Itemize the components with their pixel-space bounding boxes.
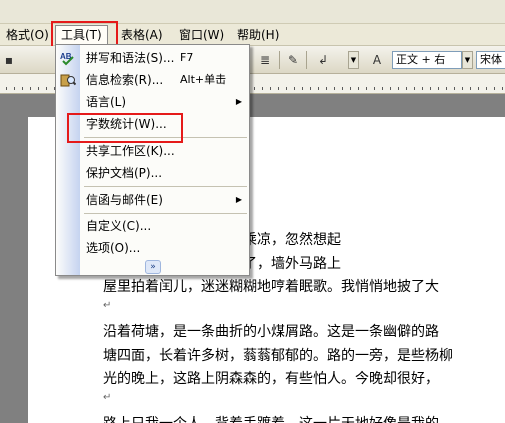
ruler-tick xyxy=(350,87,351,90)
justify-icon[interactable]: ≣ xyxy=(256,51,274,69)
font-combo[interactable]: 宋体 xyxy=(476,51,505,69)
menu-item-language[interactable]: 语言(L) ▶ xyxy=(56,91,249,113)
ruler-tick xyxy=(270,87,271,90)
ruler-tick xyxy=(502,87,503,90)
spelling-check-icon: AB xyxy=(60,52,74,66)
menu-item-protect-document[interactable]: 保护文档(P)... xyxy=(56,162,249,184)
ruler-tick xyxy=(6,87,7,90)
toolbar-icon[interactable]: ▪ xyxy=(0,51,18,69)
ruler-tick xyxy=(302,87,303,90)
doc-line-5: 塘四面，长着许多树，蓊蓊郁郁的。路的一旁，是些杨柳 xyxy=(103,348,453,364)
ruler-tick xyxy=(430,87,431,90)
ruler-tick xyxy=(22,87,23,90)
ruler-tick xyxy=(478,87,479,90)
menu-separator xyxy=(84,137,247,138)
menu-item-shared-workspace[interactable]: 共享工作区(K)... xyxy=(56,140,249,162)
menu-table[interactable]: 表格(A) xyxy=(121,27,163,44)
styles-pane-icon[interactable]: A xyxy=(368,51,386,69)
style-dropdown-arrow-icon[interactable]: ▼ xyxy=(462,51,473,69)
ruler-tick xyxy=(494,87,495,90)
research-book-icon xyxy=(60,74,76,87)
ruler-tick xyxy=(326,87,327,90)
style-combo[interactable]: 正文 + 右 xyxy=(392,51,462,69)
ruler-tick xyxy=(422,87,423,90)
tools-dropdown-menu: AB 拼写和语法(S)... F7 信息检索(R)... Alt+单击 语言(L… xyxy=(55,44,250,276)
title-strip xyxy=(0,0,505,24)
ruler-tick xyxy=(278,87,279,90)
text-direction-icon[interactable]: ↲ xyxy=(314,51,332,69)
ruler-tick xyxy=(310,87,311,90)
ruler-tick xyxy=(382,87,383,90)
paragraph-mark: ↵ xyxy=(103,300,112,311)
ruler-tick xyxy=(294,87,295,90)
ruler-tick xyxy=(318,87,319,90)
ruler-tick xyxy=(30,87,31,90)
menu-item-word-count[interactable]: 字数统计(W)... xyxy=(56,113,249,135)
ruler-tick xyxy=(334,87,335,90)
doc-line-7: 路上只我一个人，背着手踱着。这一片天地好像是我的 xyxy=(103,413,439,423)
ruler-tick xyxy=(454,87,455,90)
menu-item-research[interactable]: 信息检索(R)... Alt+单击 xyxy=(56,69,249,91)
expand-menu-chevron-icon[interactable]: » xyxy=(145,260,161,274)
ruler-tick xyxy=(286,87,287,90)
menu-item-options[interactable]: 选项(O)... xyxy=(56,237,249,259)
ruler-tick xyxy=(358,87,359,90)
doc-line-6: 光的晚上，这路上阴森森的，有些怕人。今晚却很好， xyxy=(103,371,439,387)
ruler-tick xyxy=(14,87,15,90)
ruler-tick xyxy=(38,87,39,90)
ruler-tick xyxy=(254,87,255,90)
ruler-tick xyxy=(374,87,375,90)
menu-separator xyxy=(84,213,247,214)
menu-window[interactable]: 窗口(W) xyxy=(179,27,224,44)
menu-item-letters-mailings[interactable]: 信函与邮件(E) ▶ xyxy=(56,189,249,211)
format-painter-icon[interactable]: ✎ xyxy=(284,51,302,69)
ruler-tick xyxy=(390,87,391,90)
ruler-tick xyxy=(342,87,343,90)
doc-line-4: 沿着荷塘，是一条曲折的小煤屑路。这是一条幽僻的路 xyxy=(103,324,439,340)
ruler-tick xyxy=(398,87,399,90)
word-window: 格式(O) 工具(T) 表格(A) 窗口(W) 帮助(H) ▪ ≣ ✎ ↲ ▼ … xyxy=(0,0,505,423)
ruler-tick xyxy=(462,87,463,90)
ruler-tick xyxy=(438,87,439,90)
ruler-tick xyxy=(46,87,47,90)
toolbar-divider xyxy=(279,51,280,69)
ruler-tick xyxy=(262,87,263,90)
menu-item-spelling-grammar[interactable]: AB 拼写和语法(S)... F7 xyxy=(56,47,249,69)
menu-item-customize[interactable]: 自定义(C)... xyxy=(56,215,249,237)
submenu-arrow-icon: ▶ xyxy=(235,97,242,106)
ruler-tick xyxy=(414,87,415,90)
menu-help[interactable]: 帮助(H) xyxy=(237,27,279,44)
menu-separator xyxy=(84,186,247,187)
toolbar-divider xyxy=(306,51,307,69)
ruler-tick xyxy=(406,87,407,90)
ruler-tick xyxy=(446,87,447,90)
menu-tools[interactable]: 工具(T) xyxy=(55,25,108,46)
submenu-arrow-icon: ▶ xyxy=(235,195,242,204)
paragraph-mark: ↵ xyxy=(103,392,112,403)
doc-line-3: 屋里拍着闰儿，迷迷糊糊地哼着眠歌。我悄悄地披了大 xyxy=(103,279,439,295)
ruler-tick xyxy=(470,87,471,90)
ruler-tick xyxy=(486,87,487,90)
ruler-tick xyxy=(366,87,367,90)
toolbar-chevron-icon[interactable]: ▼ xyxy=(348,51,359,69)
menu-format[interactable]: 格式(O) xyxy=(6,27,49,44)
menu-bar: 格式(O) 工具(T) 表格(A) 窗口(W) 帮助(H) xyxy=(0,24,505,46)
